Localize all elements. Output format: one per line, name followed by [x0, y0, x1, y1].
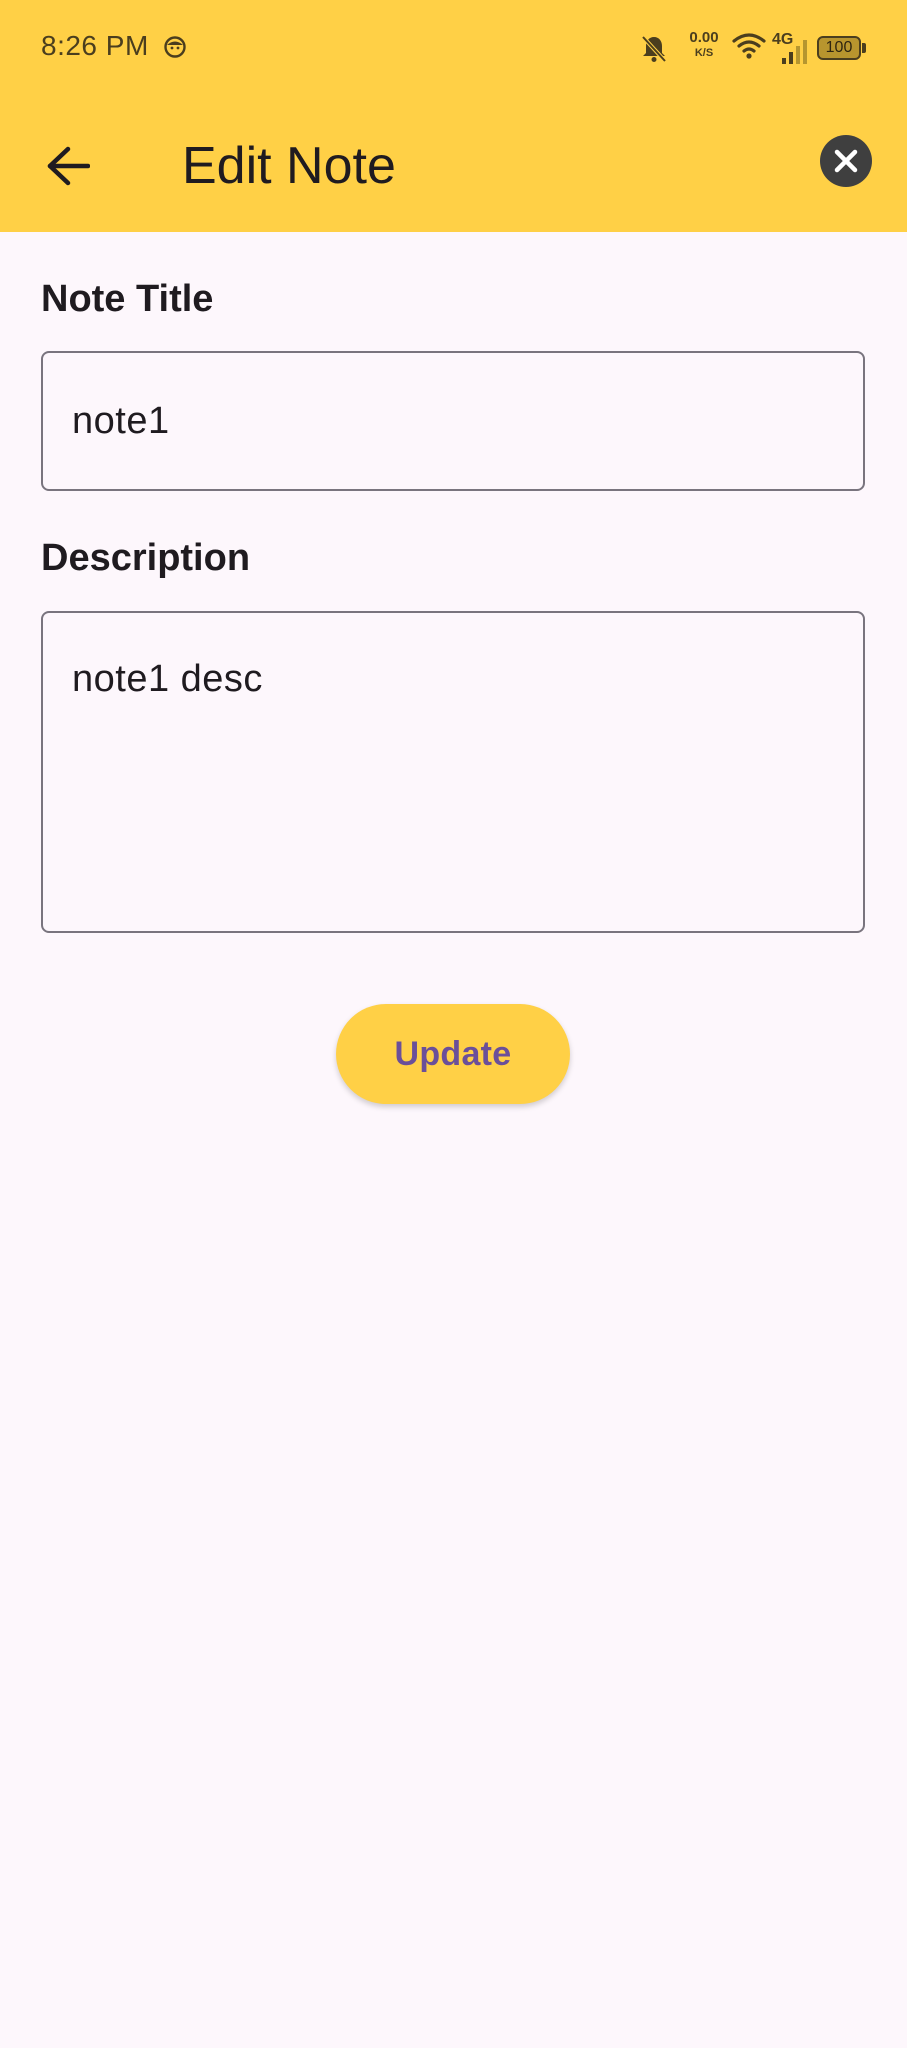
page-title: Edit Note	[182, 137, 396, 195]
cellular-signal-icon: 4G	[772, 32, 812, 66]
battery-level: 100	[825, 39, 853, 56]
smiley-face-icon	[164, 36, 186, 58]
network-speed-unit: K/S	[694, 47, 714, 59]
status-bar: 8:26 PM 0.00 K/S 4G 100	[0, 0, 907, 100]
app-bar: Edit Note	[0, 100, 907, 232]
bell-off-icon	[641, 35, 667, 63]
close-icon	[834, 149, 858, 173]
back-button[interactable]	[36, 134, 100, 198]
description-label: Description	[41, 537, 251, 579]
signal-bars-icon	[782, 40, 807, 64]
note-title-label: Note Title	[41, 278, 214, 320]
update-button[interactable]: Update	[336, 1004, 570, 1104]
battery-icon: 100	[817, 36, 867, 62]
network-speed: 0.00 K/S	[682, 30, 726, 59]
wifi-icon	[732, 33, 766, 59]
description-input[interactable]: note1 desc	[41, 611, 865, 933]
note-title-input[interactable]	[41, 351, 865, 491]
close-button[interactable]	[820, 135, 872, 187]
status-time: 8:26 PM	[41, 30, 149, 61]
network-speed-value: 0.00	[689, 29, 719, 46]
arrow-left-icon	[47, 146, 90, 186]
